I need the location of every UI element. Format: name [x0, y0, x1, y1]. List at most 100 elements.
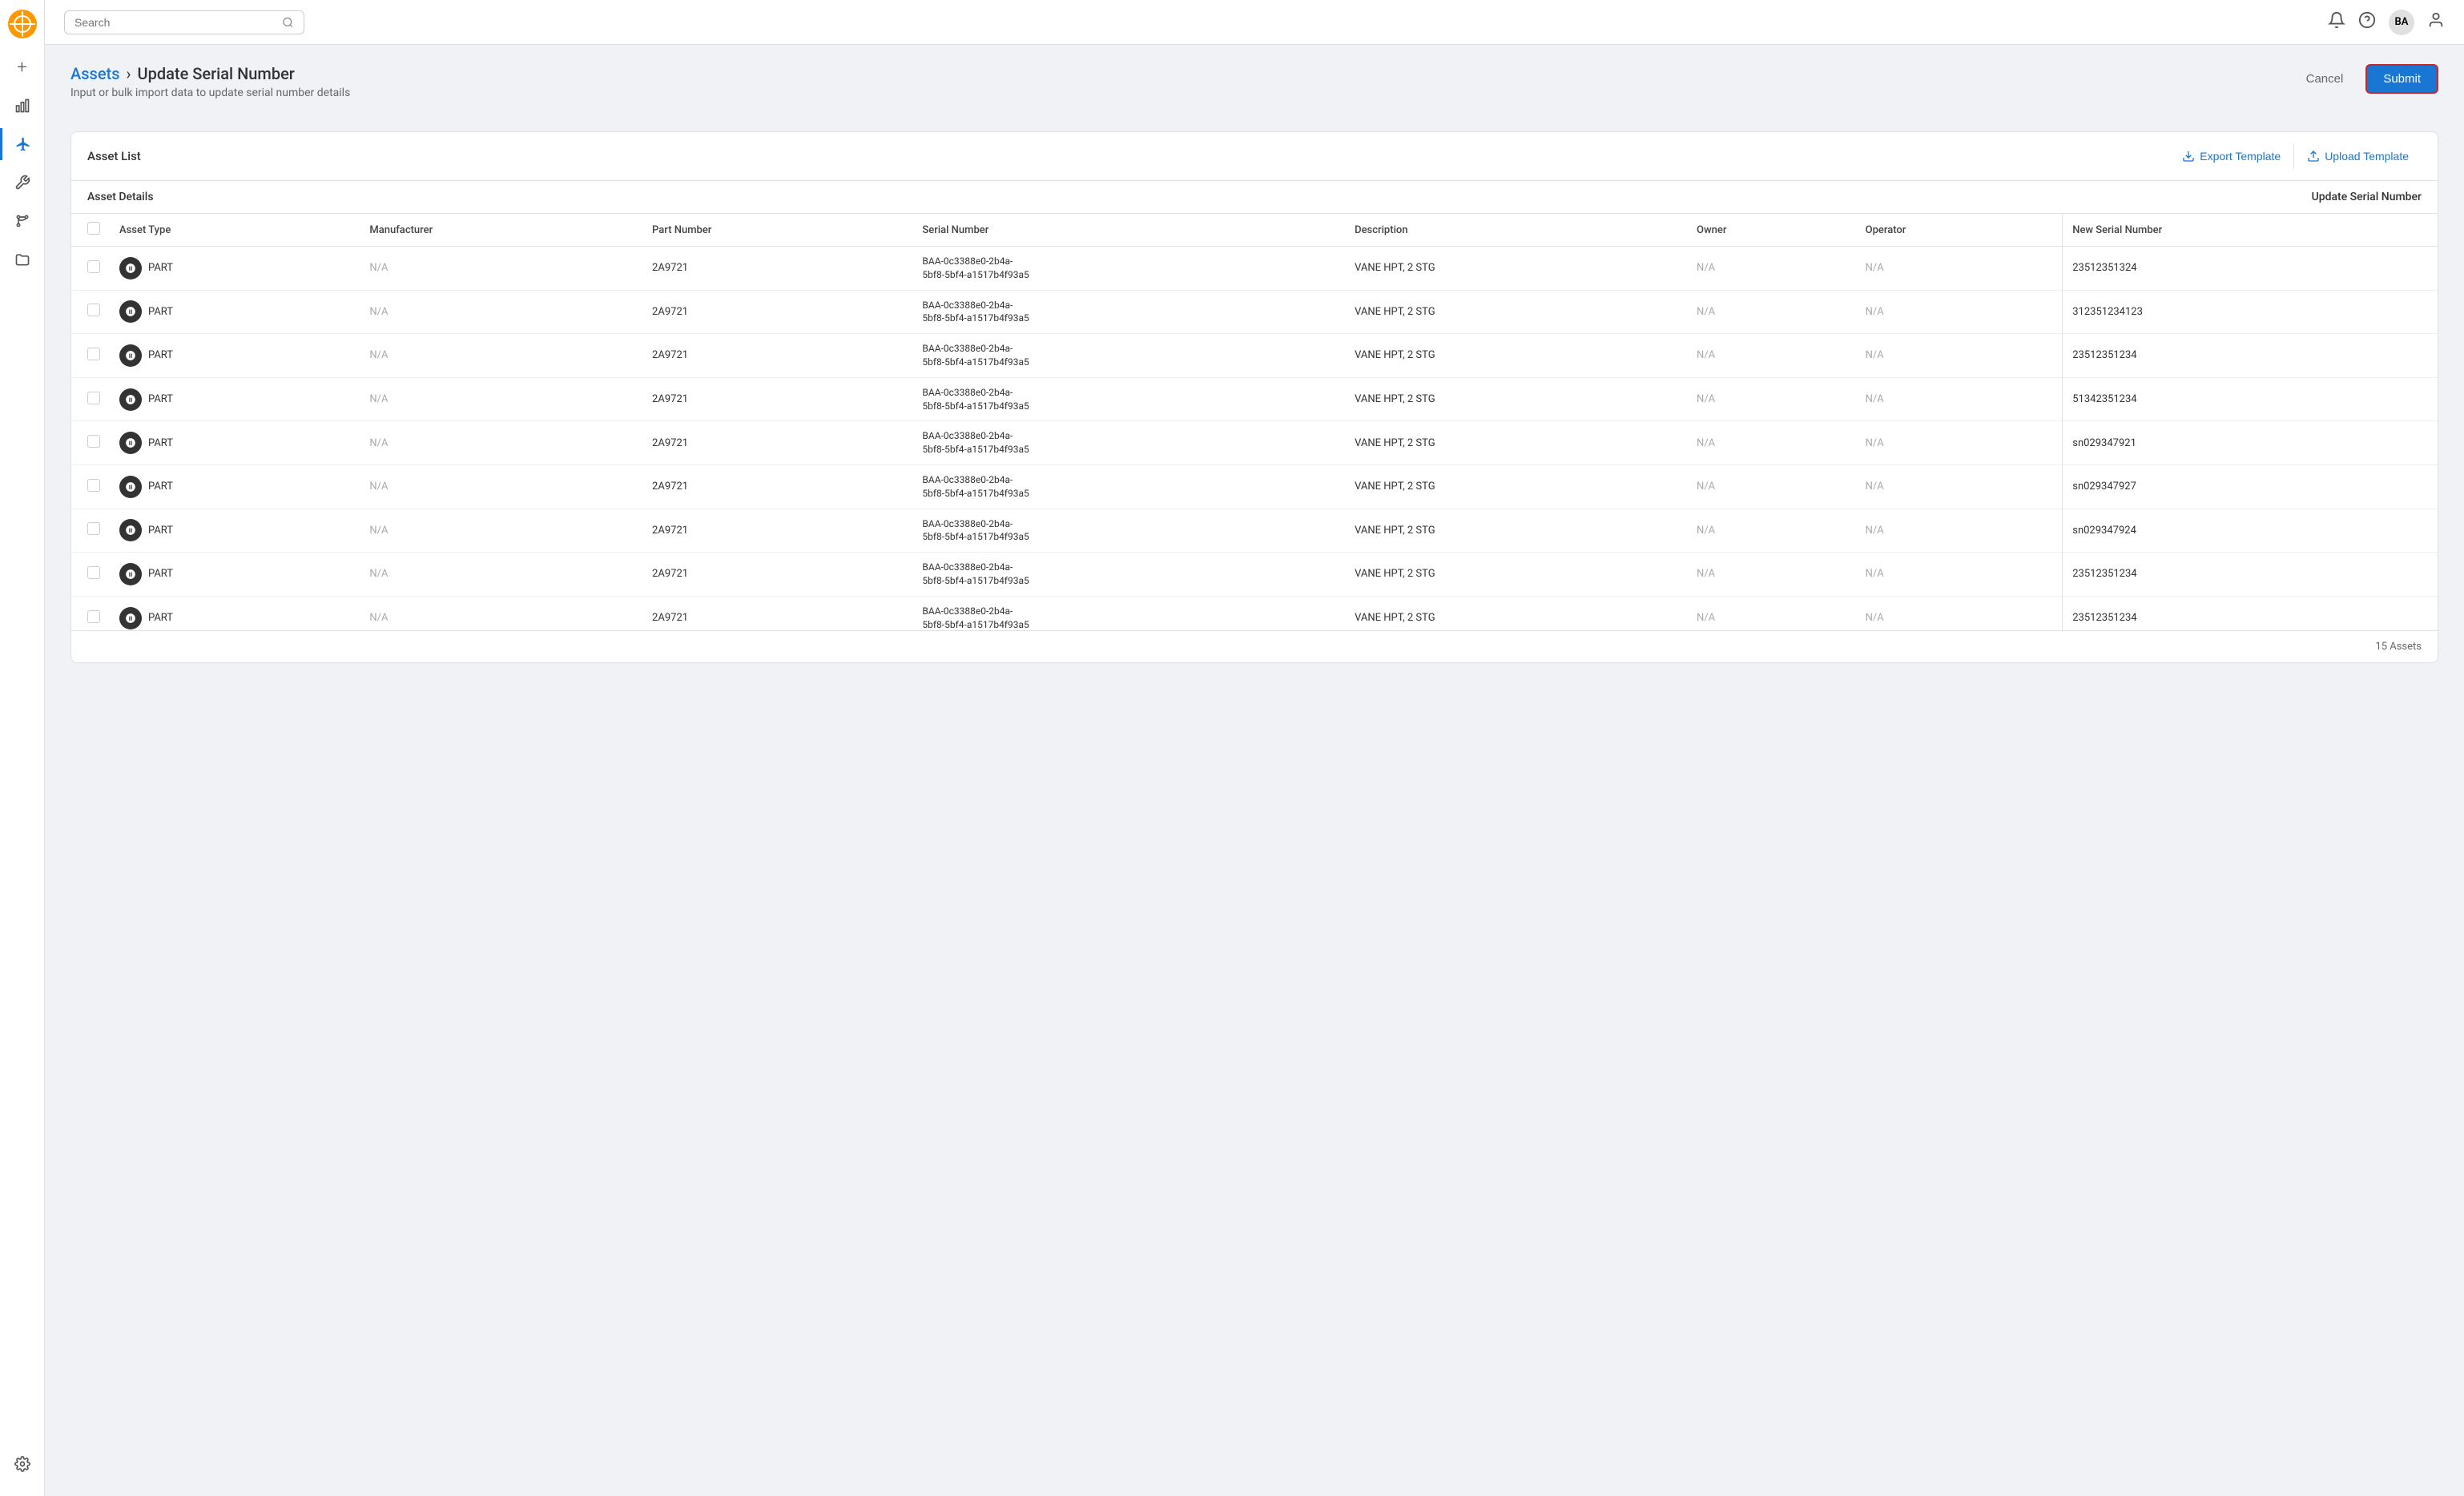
submit-button[interactable]: Submit [2365, 64, 2438, 94]
row-owner: N/A [1687, 290, 1856, 334]
row-checkbox-cell[interactable] [71, 596, 110, 630]
table-header-row: Asset Type Manufacturer Part Number Seri… [71, 214, 2438, 247]
breadcrumb-assets-link[interactable]: Assets [70, 64, 120, 83]
row-asset-type: PART [110, 464, 360, 509]
row-checkbox-cell[interactable] [71, 553, 110, 597]
row-owner: N/A [1687, 377, 1856, 421]
row-owner: N/A [1687, 464, 1856, 509]
row-checkbox[interactable] [87, 304, 100, 316]
col-serial-number: Serial Number [912, 214, 1345, 247]
row-checkbox[interactable] [87, 479, 100, 492]
row-serial-number: BAA-0c3388e0-2b4a-5bf8-5bf4-a1517b4f93a5 [912, 421, 1345, 465]
upload-template-button[interactable]: Upload Template [2293, 143, 2422, 169]
row-part-number: 2A9721 [642, 377, 912, 421]
row-manufacturer: N/A [360, 290, 642, 334]
row-checkbox[interactable] [87, 566, 100, 579]
breadcrumb-separator: › [127, 64, 131, 83]
asset-type-icon [119, 476, 142, 498]
select-all-checkbox[interactable] [87, 222, 100, 235]
row-checkbox[interactable] [87, 610, 100, 623]
add-icon[interactable]: + [6, 51, 38, 83]
row-checkbox[interactable] [87, 435, 100, 448]
upload-icon [2307, 150, 2320, 163]
asset-type-icon [119, 300, 142, 323]
sidebar-bottom [6, 1448, 38, 1486]
chart-icon[interactable] [6, 90, 38, 122]
row-asset-type: PART [110, 596, 360, 630]
row-operator: N/A [1856, 290, 2063, 334]
row-operator: N/A [1856, 377, 2063, 421]
content-area: Assets › Update Serial Number Input or b… [45, 45, 2464, 1496]
row-asset-type: PART [110, 553, 360, 597]
folder-icon[interactable] [6, 243, 38, 275]
settings-icon[interactable] [6, 1448, 38, 1480]
row-checkbox-cell[interactable] [71, 334, 110, 378]
row-checkbox-cell[interactable] [71, 247, 110, 291]
row-part-number: 2A9721 [642, 464, 912, 509]
sidebar: + [0, 0, 45, 1496]
table-row: PART N/A 2A9721 BAA-0c3388e0-2b4a-5bf8-5… [71, 553, 2438, 597]
account-icon[interactable] [2427, 11, 2445, 33]
row-checkbox-cell[interactable] [71, 421, 110, 465]
row-checkbox[interactable] [87, 260, 100, 273]
row-part-number: 2A9721 [642, 553, 912, 597]
row-operator: N/A [1856, 509, 2063, 553]
col-asset-type: Asset Type [110, 214, 360, 247]
row-owner: N/A [1687, 334, 1856, 378]
tool-icon[interactable] [6, 167, 38, 199]
row-description: VANE HPT, 2 STG [1345, 247, 1687, 291]
row-new-serial: sn029347927 [2063, 464, 2438, 509]
row-checkbox-cell[interactable] [71, 509, 110, 553]
row-checkbox[interactable] [87, 522, 100, 535]
row-checkbox[interactable] [87, 348, 100, 360]
table-row: PART N/A 2A9721 BAA-0c3388e0-2b4a-5bf8-5… [71, 509, 2438, 553]
search-input[interactable] [74, 16, 276, 29]
row-manufacturer: N/A [360, 509, 642, 553]
row-checkbox[interactable] [87, 392, 100, 404]
branch-icon[interactable] [6, 205, 38, 237]
row-new-serial: 23512351324 [2063, 247, 2438, 291]
row-new-serial: 23512351234 [2063, 553, 2438, 597]
row-asset-type: PART [110, 247, 360, 291]
row-asset-type: PART [110, 334, 360, 378]
cancel-button[interactable]: Cancel [2293, 66, 2357, 92]
asset-list-card: Asset List Export Template Upload Templa… [70, 131, 2438, 663]
table-body: PART N/A 2A9721 BAA-0c3388e0-2b4a-5bf8-5… [71, 247, 2438, 631]
row-checkbox-cell[interactable] [71, 377, 110, 421]
row-description: VANE HPT, 2 STG [1345, 377, 1687, 421]
plane-icon[interactable] [0, 128, 44, 160]
page-header-left: Assets › Update Serial Number Input or b… [70, 64, 350, 115]
app-logo[interactable] [8, 10, 37, 38]
search-box[interactable] [64, 10, 304, 34]
col-description: Description [1345, 214, 1687, 247]
section-asset-details: Asset Details [87, 191, 154, 203]
select-all-header[interactable] [71, 214, 110, 247]
asset-type-icon [119, 519, 142, 541]
topbar: BA [45, 0, 2464, 45]
row-description: VANE HPT, 2 STG [1345, 596, 1687, 630]
row-new-serial: sn029347924 [2063, 509, 2438, 553]
row-new-serial: 23512351234 [2063, 596, 2438, 630]
table-wrapper[interactable]: Asset Type Manufacturer Part Number Seri… [71, 214, 2438, 630]
row-serial-number: BAA-0c3388e0-2b4a-5bf8-5bf4-a1517b4f93a5 [912, 509, 1345, 553]
row-owner: N/A [1687, 509, 1856, 553]
topbar-right: BA [2328, 10, 2445, 35]
row-operator: N/A [1856, 553, 2063, 597]
page-header-row: Assets › Update Serial Number Input or b… [70, 64, 2438, 115]
export-template-button[interactable]: Export Template [2169, 143, 2293, 169]
card-title: Asset List [87, 149, 141, 163]
help-icon[interactable] [2358, 11, 2376, 33]
row-checkbox-cell[interactable] [71, 290, 110, 334]
user-badge[interactable]: BA [2389, 10, 2414, 35]
row-part-number: 2A9721 [642, 247, 912, 291]
table-section-header: Asset Details Update Serial Number [71, 181, 2438, 214]
asset-type-icon [119, 563, 142, 585]
notification-icon[interactable] [2328, 11, 2345, 33]
row-serial-number: BAA-0c3388e0-2b4a-5bf8-5bf4-a1517b4f93a5 [912, 553, 1345, 597]
page-subtitle: Input or bulk import data to update seri… [70, 86, 350, 99]
row-owner: N/A [1687, 421, 1856, 465]
row-new-serial: sn029347921 [2063, 421, 2438, 465]
row-checkbox-cell[interactable] [71, 464, 110, 509]
asset-table: Asset Type Manufacturer Part Number Seri… [71, 214, 2438, 630]
table-row: PART N/A 2A9721 BAA-0c3388e0-2b4a-5bf8-5… [71, 464, 2438, 509]
